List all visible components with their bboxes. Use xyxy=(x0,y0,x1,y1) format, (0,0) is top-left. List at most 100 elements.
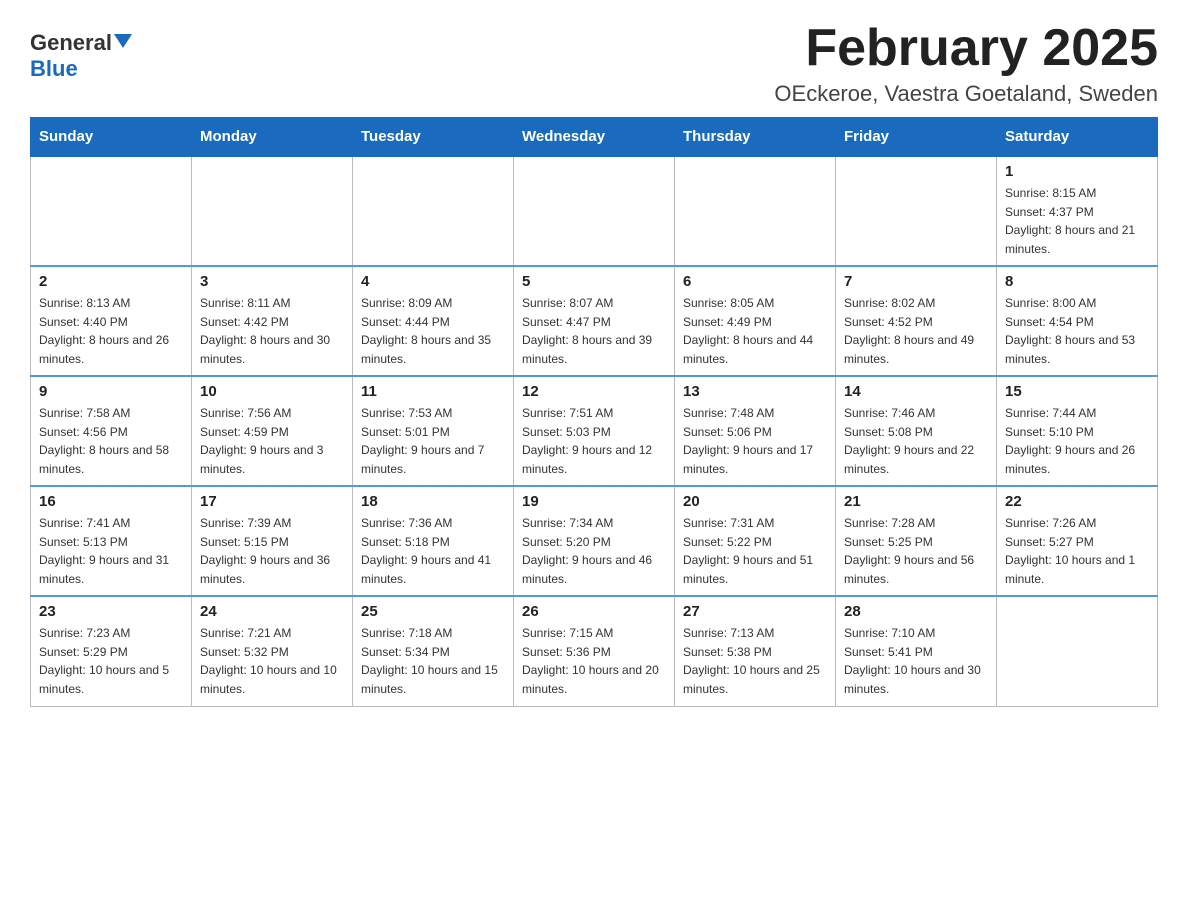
calendar-cell: 20 Sunrise: 7:31 AMSunset: 5:22 PMDayligh… xyxy=(675,486,836,596)
day-number: 15 xyxy=(1005,383,1149,400)
day-number: 8 xyxy=(1005,273,1149,290)
day-info: Sunrise: 7:18 AMSunset: 5:34 PMDaylight:… xyxy=(361,624,505,698)
calendar-cell: 8 Sunrise: 8:00 AMSunset: 4:54 PMDaylight… xyxy=(997,266,1158,376)
calendar-cell xyxy=(192,156,353,266)
calendar-header-row: SundayMondayTuesdayWednesdayThursdayFrid… xyxy=(31,118,1158,157)
week-row-3: 9 Sunrise: 7:58 AMSunset: 4:56 PMDaylight… xyxy=(31,376,1158,486)
week-row-2: 2 Sunrise: 8:13 AMSunset: 4:40 PMDaylight… xyxy=(31,266,1158,376)
day-info: Sunrise: 7:13 AMSunset: 5:38 PMDaylight:… xyxy=(683,624,827,698)
calendar-cell: 24 Sunrise: 7:21 AMSunset: 5:32 PMDayligh… xyxy=(192,596,353,706)
month-title: February 2025 xyxy=(774,20,1158,77)
week-row-4: 16Sunrise: 7:41 AMSunset: 5:13 PMDayligh… xyxy=(31,486,1158,596)
day-info: Sunrise: 7:34 AMSunset: 5:20 PMDaylight:… xyxy=(522,514,666,588)
day-info: Sunrise: 7:48 AMSunset: 5:06 PMDaylight:… xyxy=(683,404,827,478)
weekday-header-thursday: Thursday xyxy=(675,118,836,157)
day-info: Sunrise: 7:28 AMSunset: 5:25 PMDaylight:… xyxy=(844,514,988,588)
calendar-cell: 7 Sunrise: 8:02 AMSunset: 4:52 PMDaylight… xyxy=(836,266,997,376)
calendar-cell xyxy=(31,156,192,266)
calendar-table: SundayMondayTuesdayWednesdayThursdayFrid… xyxy=(30,117,1158,707)
day-info: Sunrise: 8:00 AMSunset: 4:54 PMDaylight:… xyxy=(1005,294,1149,368)
calendar-cell xyxy=(997,596,1158,706)
day-info: Sunrise: 8:09 AMSunset: 4:44 PMDaylight:… xyxy=(361,294,505,368)
calendar-cell: 22 Sunrise: 7:26 AMSunset: 5:27 PMDayligh… xyxy=(997,486,1158,596)
day-info: Sunrise: 8:05 AMSunset: 4:49 PMDaylight:… xyxy=(683,294,827,368)
calendar-cell: 21 Sunrise: 7:28 AMSunset: 5:25 PMDayligh… xyxy=(836,486,997,596)
day-number: 20 xyxy=(683,493,827,510)
calendar-cell: 28 Sunrise: 7:10 AMSunset: 5:41 PMDayligh… xyxy=(836,596,997,706)
day-number: 1 xyxy=(1005,163,1149,180)
day-number: 14 xyxy=(844,383,988,400)
day-info: Sunrise: 7:51 AMSunset: 5:03 PMDaylight:… xyxy=(522,404,666,478)
day-info: Sunrise: 7:31 AMSunset: 5:22 PMDaylight:… xyxy=(683,514,827,588)
day-info: Sunrise: 7:21 AMSunset: 5:32 PMDaylight:… xyxy=(200,624,344,698)
calendar-cell: 11 Sunrise: 7:53 AMSunset: 5:01 PMDayligh… xyxy=(353,376,514,486)
calendar-cell: 19 Sunrise: 7:34 AMSunset: 5:20 PMDayligh… xyxy=(514,486,675,596)
calendar-cell: 5Sunrise: 8:07 AMSunset: 4:47 PMDaylight… xyxy=(514,266,675,376)
weekday-header-tuesday: Tuesday xyxy=(353,118,514,157)
day-info: Sunrise: 7:56 AMSunset: 4:59 PMDaylight:… xyxy=(200,404,344,478)
day-number: 3 xyxy=(200,273,344,290)
day-info: Sunrise: 7:41 AMSunset: 5:13 PMDaylight:… xyxy=(39,514,183,588)
calendar-cell xyxy=(675,156,836,266)
calendar-cell: 15 Sunrise: 7:44 AMSunset: 5:10 PMDayligh… xyxy=(997,376,1158,486)
day-info: Sunrise: 7:15 AMSunset: 5:36 PMDaylight:… xyxy=(522,624,666,698)
weekday-header-wednesday: Wednesday xyxy=(514,118,675,157)
day-number: 28 xyxy=(844,603,988,620)
calendar-cell: 17 Sunrise: 7:39 AMSunset: 5:15 PMDayligh… xyxy=(192,486,353,596)
calendar-cell: 16Sunrise: 7:41 AMSunset: 5:13 PMDayligh… xyxy=(31,486,192,596)
calendar-cell: 6 Sunrise: 8:05 AMSunset: 4:49 PMDaylight… xyxy=(675,266,836,376)
day-info: Sunrise: 8:02 AMSunset: 4:52 PMDaylight:… xyxy=(844,294,988,368)
day-number: 19 xyxy=(522,493,666,510)
calendar-cell: 4 Sunrise: 8:09 AMSunset: 4:44 PMDaylight… xyxy=(353,266,514,376)
day-info: Sunrise: 7:23 AMSunset: 5:29 PMDaylight:… xyxy=(39,624,183,698)
day-number: 11 xyxy=(361,383,505,400)
day-number: 7 xyxy=(844,273,988,290)
calendar-cell xyxy=(514,156,675,266)
week-row-1: 1 Sunrise: 8:15 AMSunset: 4:37 PMDaylight… xyxy=(31,156,1158,266)
day-info: Sunrise: 7:44 AMSunset: 5:10 PMDaylight:… xyxy=(1005,404,1149,478)
day-info: Sunrise: 8:15 AMSunset: 4:37 PMDaylight:… xyxy=(1005,184,1149,258)
day-info: Sunrise: 8:11 AMSunset: 4:42 PMDaylight:… xyxy=(200,294,344,368)
day-number: 26 xyxy=(522,603,666,620)
calendar-cell xyxy=(836,156,997,266)
day-info: Sunrise: 7:53 AMSunset: 5:01 PMDaylight:… xyxy=(361,404,505,478)
day-number: 10 xyxy=(200,383,344,400)
day-number: 5 xyxy=(522,273,666,290)
weekday-header-friday: Friday xyxy=(836,118,997,157)
logo-triangle-icon xyxy=(114,34,132,48)
weekday-header-monday: Monday xyxy=(192,118,353,157)
title-section: February 2025 OEckeroe, Vaestra Goetalan… xyxy=(774,20,1158,107)
calendar-cell: 27 Sunrise: 7:13 AMSunset: 5:38 PMDayligh… xyxy=(675,596,836,706)
day-number: 4 xyxy=(361,273,505,290)
day-info: Sunrise: 7:39 AMSunset: 5:15 PMDaylight:… xyxy=(200,514,344,588)
day-number: 22 xyxy=(1005,493,1149,510)
week-row-5: 23 Sunrise: 7:23 AMSunset: 5:29 PMDayligh… xyxy=(31,596,1158,706)
day-number: 23 xyxy=(39,603,183,620)
calendar-cell: 9 Sunrise: 7:58 AMSunset: 4:56 PMDaylight… xyxy=(31,376,192,486)
day-info: Sunrise: 7:26 AMSunset: 5:27 PMDaylight:… xyxy=(1005,514,1149,588)
weekday-header-sunday: Sunday xyxy=(31,118,192,157)
calendar-cell: 14 Sunrise: 7:46 AMSunset: 5:08 PMDayligh… xyxy=(836,376,997,486)
day-number: 9 xyxy=(39,383,183,400)
calendar-cell: 1 Sunrise: 8:15 AMSunset: 4:37 PMDaylight… xyxy=(997,156,1158,266)
day-number: 2 xyxy=(39,273,183,290)
day-number: 17 xyxy=(200,493,344,510)
day-info: Sunrise: 7:58 AMSunset: 4:56 PMDaylight:… xyxy=(39,404,183,478)
day-number: 27 xyxy=(683,603,827,620)
day-info: Sunrise: 7:46 AMSunset: 5:08 PMDaylight:… xyxy=(844,404,988,478)
day-number: 18 xyxy=(361,493,505,510)
location-title: OEckeroe, Vaestra Goetaland, Sweden xyxy=(774,81,1158,107)
calendar-cell: 23 Sunrise: 7:23 AMSunset: 5:29 PMDayligh… xyxy=(31,596,192,706)
logo: General Blue xyxy=(30,30,132,82)
calendar-cell: 2 Sunrise: 8:13 AMSunset: 4:40 PMDaylight… xyxy=(31,266,192,376)
day-info: Sunrise: 8:13 AMSunset: 4:40 PMDaylight:… xyxy=(39,294,183,368)
logo-blue: Blue xyxy=(30,56,78,82)
calendar-cell xyxy=(353,156,514,266)
day-number: 6 xyxy=(683,273,827,290)
calendar-cell: 3 Sunrise: 8:11 AMSunset: 4:42 PMDaylight… xyxy=(192,266,353,376)
day-number: 24 xyxy=(200,603,344,620)
day-number: 21 xyxy=(844,493,988,510)
day-info: Sunrise: 7:10 AMSunset: 5:41 PMDaylight:… xyxy=(844,624,988,698)
calendar-cell: 13Sunrise: 7:48 AMSunset: 5:06 PMDayligh… xyxy=(675,376,836,486)
calendar-cell: 12Sunrise: 7:51 AMSunset: 5:03 PMDayligh… xyxy=(514,376,675,486)
